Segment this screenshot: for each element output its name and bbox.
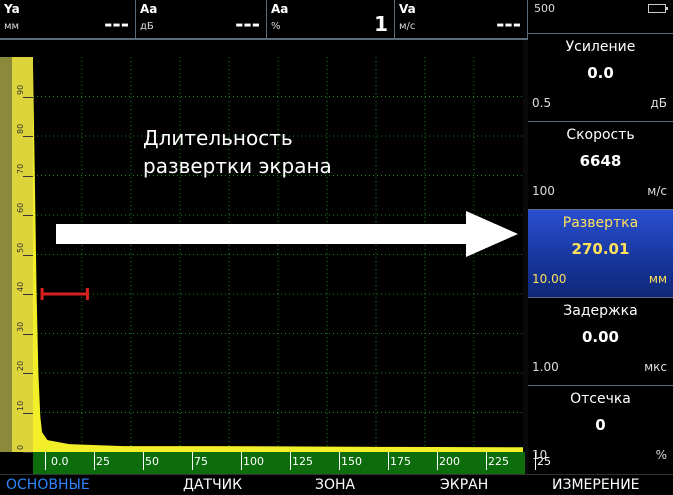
param-range-value: 270.01 — [571, 240, 630, 258]
x-tick-label: 125 — [292, 455, 313, 468]
param-gain-step: 0.5 — [532, 96, 552, 110]
readout-aa-db-unit: дБ — [140, 21, 154, 32]
x-tick-label: 200 — [439, 455, 460, 468]
y-tick-mark — [23, 254, 33, 256]
x-tick-mark — [45, 452, 46, 470]
y-tick-mark — [23, 373, 33, 374]
param-gain[interactable]: Усиление 0.0 0.5 дБ — [528, 33, 673, 121]
y-tick-mark — [23, 96, 33, 98]
param-gain-unit: дБ — [650, 96, 667, 110]
readout-aa-percent-value: 1 — [374, 12, 388, 36]
y-tick-label: 80 — [16, 123, 25, 134]
param-delay[interactable]: Задержка 0.00 1.00 мкс — [528, 297, 673, 385]
readout-ya: Ya мм --- — [0, 0, 136, 38]
param-velocity-unit: м/с — [647, 184, 667, 198]
readout-divider — [0, 38, 528, 40]
readout-aa-db-name: Aa — [140, 2, 158, 16]
menu-main[interactable]: ОСНОВНЫЕ — [6, 477, 90, 493]
x-tick-label: 75 — [194, 455, 208, 468]
x-tick-label: 100 — [243, 455, 264, 468]
x-tick-mark — [486, 452, 487, 470]
annotation-line-2: развертки экрана — [143, 154, 332, 178]
annotation-text: Длительность развертки экрана — [143, 124, 332, 180]
param-range-step: 10.00 — [532, 272, 567, 286]
y-tick-mark — [23, 175, 33, 177]
x-tick-label: 175 — [390, 455, 411, 468]
param-gain-name: Усиление — [565, 39, 636, 55]
menu-probe[interactable]: ДАТЧИК — [183, 477, 242, 493]
param-delay-unit: мкс — [644, 360, 667, 374]
x-tick-mark — [241, 452, 242, 470]
menu-measure[interactable]: ИЗМЕРЕНИЕ — [552, 477, 640, 493]
x-tick-mark — [437, 452, 438, 470]
x-tick-label: 225 — [488, 455, 509, 468]
readout-aa-db: Aa дБ --- — [136, 0, 267, 38]
param-delay-value: 0.00 — [581, 328, 619, 346]
readout-aa-percent-unit: % — [271, 21, 281, 32]
param-range-unit: мм — [648, 272, 667, 286]
param-velocity-name: Скорость — [566, 127, 635, 143]
ruler-left-strip — [0, 57, 12, 452]
x-tick-label: 0.0 — [51, 455, 69, 468]
readout-aa-percent: Aa % 1 — [267, 0, 395, 38]
y-tick-label: 90 — [16, 84, 25, 95]
param-delay-step: 1.00 — [532, 360, 559, 374]
readout-ya-value: --- — [104, 12, 129, 36]
menu-gate[interactable]: ЗОНА — [315, 477, 355, 493]
amplitude-ruler: 0 10 20 30 40 50 60 70 80 90 — [12, 57, 33, 453]
readout-va: Va м/с --- — [395, 0, 528, 38]
y-tick-mark — [23, 215, 33, 216]
y-tick-mark — [23, 333, 33, 335]
y-tick-label: 40 — [16, 281, 25, 292]
y-tick-label: 10 — [16, 400, 25, 411]
x-axis: 0.0 25 50 75 100 125 150 175 200 225 25 — [33, 452, 551, 474]
readout-ya-name: Ya — [4, 2, 20, 16]
param-range-name: Развертка — [562, 215, 639, 231]
y-tick-label: 30 — [16, 321, 25, 332]
y-tick-mark — [23, 136, 33, 137]
y-tick-label: 0 — [16, 444, 25, 450]
plot-border — [523, 40, 528, 474]
readout-va-unit: м/с — [399, 21, 416, 32]
x-tick-mark — [339, 452, 340, 470]
param-delay-name: Задержка — [563, 303, 638, 319]
x-tick-mark — [94, 452, 95, 470]
x-tick-label: 50 — [145, 455, 159, 468]
readout-va-name: Va — [399, 2, 416, 16]
y-tick-label: 60 — [16, 202, 25, 213]
x-tick-mark — [290, 452, 291, 470]
x-tick-mark — [192, 452, 193, 470]
menu-display[interactable]: ЭКРАН — [440, 477, 488, 493]
x-tick-label: 25 — [96, 455, 110, 468]
param-gain-value: 0.0 — [587, 64, 614, 82]
arrow-right-icon — [56, 211, 518, 257]
x-tick-mark — [388, 452, 389, 470]
battery-level-text: 500 — [534, 2, 555, 15]
readout-aa-db-value: --- — [235, 12, 260, 36]
readout-aa-percent-name: Aa — [271, 2, 289, 16]
y-tick-mark — [23, 412, 33, 414]
x-tick-mark — [535, 452, 536, 470]
param-velocity[interactable]: Скорость 6648 100 м/с — [528, 121, 673, 209]
param-reject-name: Отсечка — [570, 391, 631, 407]
param-reject-unit: % — [655, 448, 667, 462]
readout-ya-unit: мм — [4, 21, 20, 32]
bottom-menu: ОСНОВНЫЕ ДАТЧИК ЗОНА ЭКРАН ИЗМЕРЕНИЕ — [0, 474, 673, 495]
y-tick-label: 20 — [16, 360, 25, 371]
x-tick-label: 150 — [341, 455, 362, 468]
y-tick-label: 50 — [16, 242, 25, 253]
y-tick-label: 70 — [16, 163, 25, 174]
x-tick-mark — [143, 452, 144, 470]
param-velocity-step: 100 — [532, 184, 555, 198]
param-range[interactable]: Развертка 270.01 10.00 мм — [528, 209, 673, 297]
battery-icon — [648, 4, 668, 13]
param-velocity-value: 6648 — [579, 152, 622, 170]
x-tick-label: 25 — [537, 455, 551, 468]
param-reject-value: 0 — [595, 416, 606, 434]
readout-va-value: --- — [496, 12, 521, 36]
annotation-line-1: Длительность — [143, 126, 293, 150]
y-tick-mark — [23, 452, 33, 453]
y-tick-mark — [23, 294, 33, 295]
